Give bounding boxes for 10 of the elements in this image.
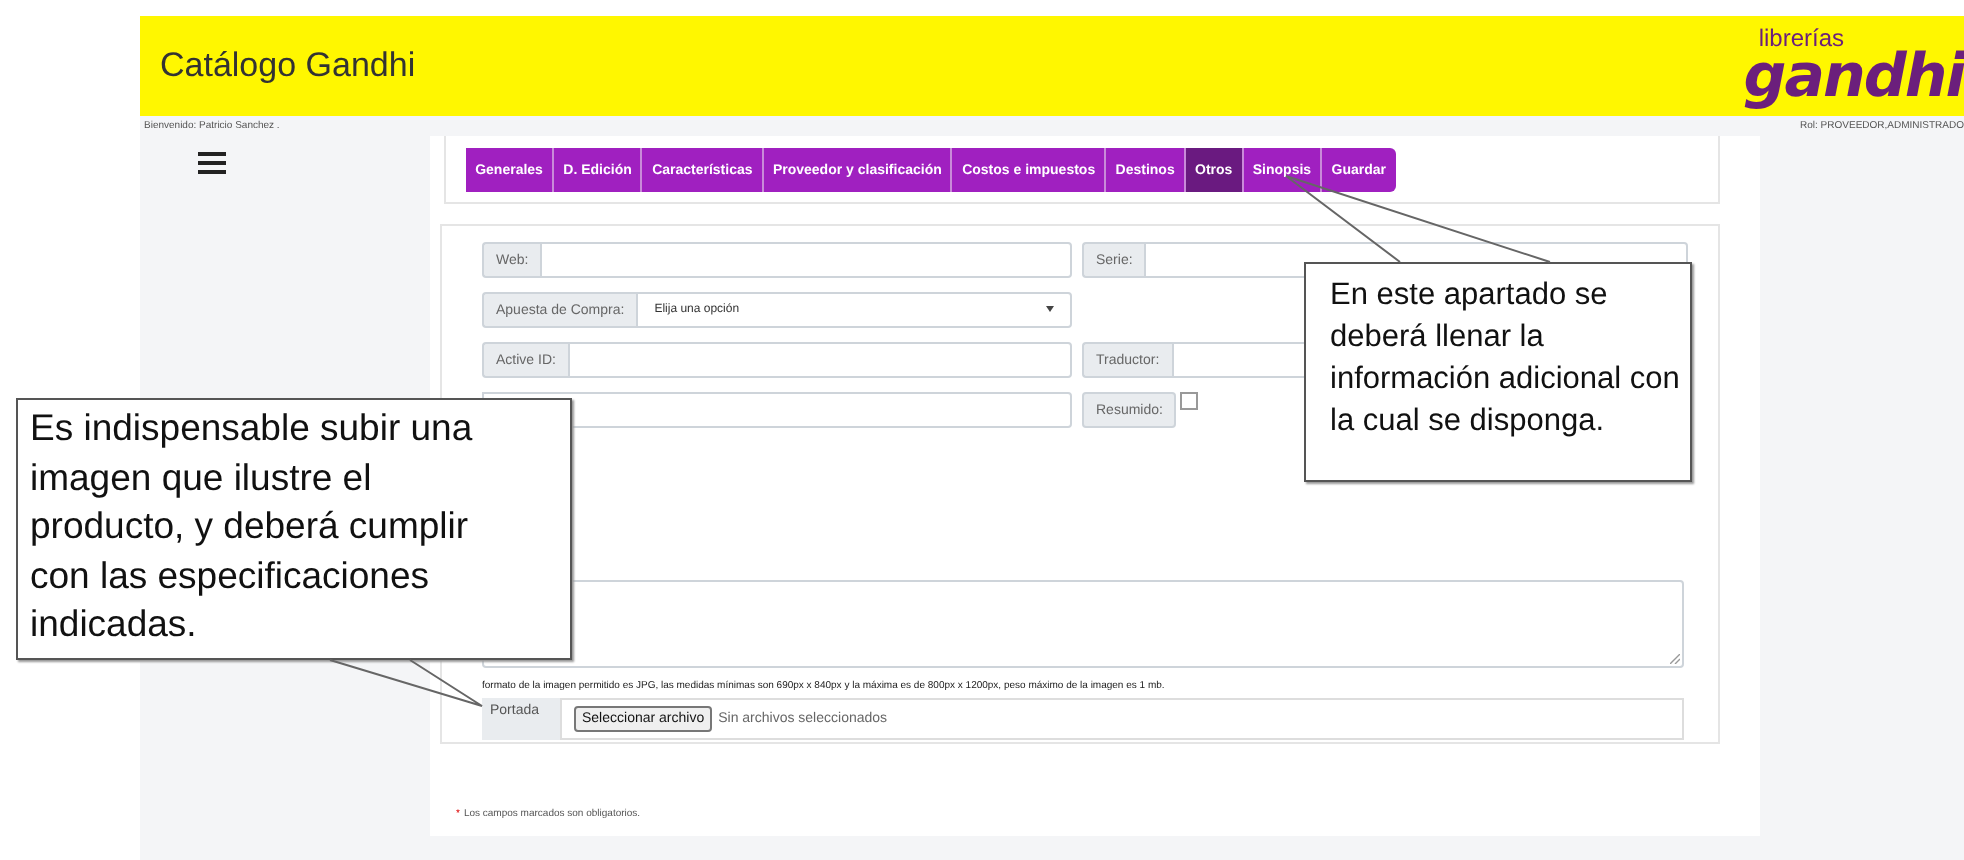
logo-tagline: librerías — [1758, 25, 1844, 49]
callout-tooltip: En este apartado se deberá llenar la información adicional con la cual se disponga. — [1304, 262, 1692, 482]
caret-icon — [1046, 304, 1054, 316]
text-area[interactable] — [482, 580, 1684, 668]
app-title: Catálogo Gandhi — [160, 46, 416, 86]
input-field[interactable] — [540, 242, 1072, 278]
callout-tooltip: Es indispensable subir una imagen que ilustre el producto, y deberá cumplir con las especificaciones indicadas. — [16, 398, 572, 660]
resize-grip-icon[interactable] — [1670, 654, 1680, 664]
input-field[interactable] — [567, 342, 1072, 378]
checkbox[interactable] — [1180, 392, 1199, 410]
